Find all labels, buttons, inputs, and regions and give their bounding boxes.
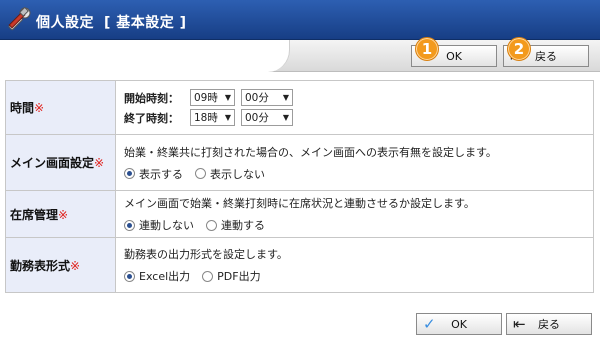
start-hour-value: 09時 — [194, 92, 218, 104]
end-hour-value: 18時 — [194, 112, 218, 124]
main-screen-option-show[interactable]: 表示する — [124, 166, 183, 182]
end-time-label: 終了時刻： — [124, 111, 179, 125]
step-badge-2: 2 — [507, 37, 531, 61]
main-screen-content-cell: 始業・終業共に打刻された場合の、メイン画面への表示有無を設定します。 表示する … — [115, 134, 594, 191]
back-button-top-label: 戻る — [535, 50, 557, 63]
radio-selected[interactable] — [124, 219, 135, 231]
settings-row-output-format: 勤務表形式※ 勤務表の出力形式を設定します。 Excel出力 PDF出力 — [5, 237, 594, 293]
radio-unselected[interactable] — [202, 270, 214, 282]
radio-selected[interactable] — [124, 270, 135, 282]
option-label: 連動しない — [139, 219, 194, 232]
option-label: Excel出力 — [139, 270, 191, 283]
ok-button-bottom-label: OK — [451, 317, 467, 331]
start-minute-select[interactable]: 00分 ▼ — [241, 89, 293, 106]
presence-option-unlinked[interactable]: 連動しない — [124, 217, 194, 233]
option-label: 連動する — [221, 219, 265, 232]
back-button-bottom[interactable]: ⇤ 戻る — [506, 313, 592, 335]
time-label-cell: 時間※ — [5, 80, 116, 135]
start-hour-select[interactable]: 09時 ▼ — [190, 89, 235, 106]
check-icon: ✓ — [423, 315, 436, 333]
required-mark: ※ — [94, 156, 105, 170]
required-mark: ※ — [34, 101, 45, 115]
time-content-cell: 開始時刻： 09時 ▼ 00分 ▼ 終了時刻： 18時 ▼ 00分 ▼ — [115, 80, 594, 135]
ok-button-bottom[interactable]: ✓ OK — [416, 313, 502, 335]
output-format-option-pdf[interactable]: PDF出力 — [202, 268, 261, 284]
chevron-down-icon: ▼ — [282, 113, 289, 122]
main-screen-description: 始業・終業共に打刻された場合の、メイン画面への表示有無を設定します。 — [124, 145, 497, 159]
title-bar: 個人設定 [ 基本設定 ] — [0, 0, 600, 40]
presence-content-cell: メイン画面で始業・終業打刻時に在席状況と連動させるか設定します。 連動しない 連… — [115, 190, 594, 238]
main-screen-label: メイン画面設定 — [10, 156, 95, 170]
time-label: 時間 — [10, 101, 35, 115]
settings-row-time: 時間※ 開始時刻： 09時 ▼ 00分 ▼ 終了時刻： 18時 ▼ 00分 ▼ — [5, 80, 594, 135]
end-minute-value: 00分 — [245, 112, 269, 124]
back-button-bottom-label: 戻る — [538, 318, 560, 331]
radio-unselected[interactable] — [195, 168, 206, 179]
output-format-option-excel[interactable]: Excel出力 — [124, 268, 190, 284]
option-label: 表示しない — [210, 167, 265, 181]
page-title-main: 個人設定 — [36, 15, 94, 31]
toolbar-band-fold — [0, 40, 290, 72]
chevron-down-icon: ▼ — [224, 93, 231, 102]
output-format-label-cell: 勤務表形式※ — [5, 237, 116, 293]
presence-label: 在席管理 — [10, 207, 59, 222]
presence-radio-group: 連動しない 連動する — [124, 217, 585, 233]
chevron-down-icon: ▼ — [224, 113, 231, 122]
settings-table: 時間※ 開始時刻： 09時 ▼ 00分 ▼ 終了時刻： 18時 ▼ 00分 ▼ メイン画… — [5, 80, 594, 293]
page-subtitle: [ 基本設定 ] — [104, 15, 187, 31]
settings-row-presence: 在席管理※ メイン画面で始業・終業打刻時に在席状況と連動させるか設定します。 連… — [5, 190, 594, 238]
ok-button-top-label: OK — [446, 49, 462, 63]
option-label: 表示する — [139, 167, 183, 181]
tools-icon — [8, 6, 31, 31]
settings-row-main-screen: メイン画面設定※ 始業・終業共に打刻された場合の、メイン画面への表示有無を設定し… — [5, 134, 594, 191]
radio-unselected[interactable] — [206, 219, 217, 231]
back-arrow-icon: ⇤ — [513, 315, 526, 333]
main-screen-radio-group: 表示する 表示しない — [124, 166, 585, 182]
option-label: PDF出力 — [217, 270, 261, 283]
main-screen-option-hide[interactable]: 表示しない — [195, 166, 265, 182]
main-screen-label-cell: メイン画面設定※ — [5, 134, 116, 191]
presence-description: メイン画面で始業・終業打刻時に在席状況と連動させるか設定します。 — [124, 197, 475, 210]
end-time-line: 終了時刻： 18時 ▼ 00分 ▼ — [124, 108, 585, 128]
presence-label-cell: 在席管理※ — [5, 190, 116, 238]
start-time-label: 開始時刻： — [124, 91, 179, 105]
start-minute-value: 00分 — [245, 92, 269, 104]
output-format-description: 勤務表の出力形式を設定します。 — [124, 248, 288, 261]
step-badge-1: 1 — [415, 37, 439, 61]
required-mark: ※ — [70, 258, 81, 273]
chevron-down-icon: ▼ — [282, 93, 289, 102]
end-minute-select[interactable]: 00分 ▼ — [241, 109, 293, 126]
required-mark: ※ — [58, 207, 69, 222]
output-format-radio-group: Excel出力 PDF出力 — [124, 268, 585, 284]
output-format-content-cell: 勤務表の出力形式を設定します。 Excel出力 PDF出力 — [115, 237, 594, 293]
radio-selected[interactable] — [124, 168, 135, 179]
presence-option-linked[interactable]: 連動する — [206, 217, 265, 233]
output-format-label: 勤務表形式 — [10, 258, 71, 273]
end-hour-select[interactable]: 18時 ▼ — [190, 109, 235, 126]
page-title: 個人設定 [ 基本設定 ] — [36, 12, 187, 32]
start-time-line: 開始時刻： 09時 ▼ 00分 ▼ — [124, 88, 585, 108]
